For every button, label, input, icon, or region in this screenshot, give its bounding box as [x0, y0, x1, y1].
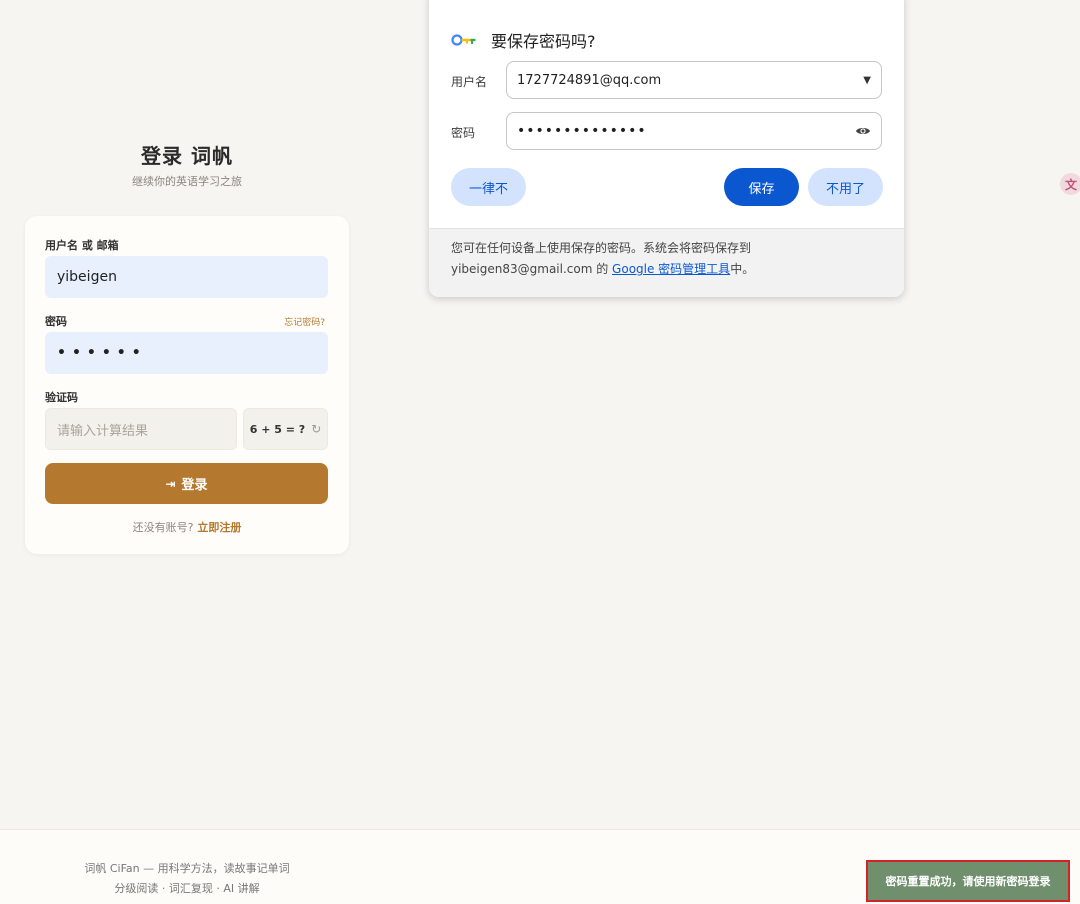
dialog-password-field[interactable]: •••••••••••••• — [506, 112, 882, 150]
dialog-header: 要保存密码吗? — [451, 28, 596, 52]
username-label: 用户名 或 邮箱 — [45, 239, 119, 252]
login-arrow-icon: ⇥ — [165, 476, 176, 491]
toast-message: 密码重置成功，请使用新密码登录 — [885, 875, 1051, 888]
key-icon — [451, 34, 476, 46]
dialog-footer-line1: 您可在任何设备上使用保存的密码。系统会将密码保存到 — [451, 241, 752, 255]
captcha-question-text: 6 + 5 = ? — [249, 422, 306, 436]
dialog-footer-email: yibeigen83@gmail.com 的 — [451, 262, 613, 276]
dialog-footer: 您可在任何设备上使用保存的密码。系统会将密码保存到 yibeigen83@gma… — [429, 228, 904, 297]
username-input[interactable]: yibeigen — [45, 256, 328, 298]
login-button-label: 登录 — [181, 478, 208, 493]
page-title: 登录 词帆 — [141, 144, 233, 168]
no-thanks-button[interactable]: 不用了 — [808, 168, 883, 206]
chevron-down-icon[interactable]: ▼ — [863, 75, 871, 86]
register-link[interactable]: 立即注册 — [197, 521, 241, 534]
forgot-password-link[interactable]: 忘记密码? — [284, 315, 325, 328]
login-button[interactable]: ⇥ 登录 — [45, 463, 328, 504]
dialog-title: 要保存密码吗? — [491, 32, 596, 51]
save-password-dialog: 要保存密码吗? 用户名 1727724891@qq.com ▼ 密码 •••••… — [429, 0, 904, 297]
captcha-label: 验证码 — [45, 391, 78, 404]
password-label: 密码 — [45, 315, 67, 328]
never-button[interactable]: 一律不 — [451, 168, 526, 206]
eye-icon[interactable] — [855, 125, 871, 137]
dialog-footer-line2: yibeigen83@gmail.com 的 Google 密码管理工具中。 — [451, 259, 882, 280]
footer-features: 分级阅读 · 词汇复现 · AI 讲解 — [114, 882, 260, 895]
login-card: 用户名 或 邮箱 yibeigen 密码 忘记密码? •••••• 验证码 请输… — [25, 216, 349, 554]
password-value: •••••• — [57, 345, 147, 361]
footer-tagline: 词帆 CiFan — 用科学方法，读故事记单词 — [84, 862, 290, 875]
captcha-question[interactable]: 6 + 5 = ? ↻ — [243, 408, 328, 450]
dialog-username-select[interactable]: 1727724891@qq.com ▼ — [506, 61, 882, 99]
dialog-password-label: 密码 — [451, 126, 476, 140]
password-input[interactable]: •••••• — [45, 332, 328, 374]
refresh-icon[interactable]: ↻ — [311, 422, 321, 436]
dialog-password-value: •••••••••••••• — [517, 123, 647, 139]
captcha-placeholder: 请输入计算结果 — [57, 423, 149, 439]
captcha-input[interactable]: 请输入计算结果 — [45, 408, 237, 450]
success-toast: 密码重置成功，请使用新密码登录 — [866, 860, 1070, 902]
translate-icon[interactable]: 文 — [1060, 173, 1080, 195]
register-row: 还没有账号? 立即注册 — [25, 519, 349, 535]
save-button[interactable]: 保存 — [724, 168, 799, 206]
username-value: yibeigen — [57, 269, 117, 285]
dialog-footer-suffix: 中。 — [730, 262, 755, 276]
page-subtitle: 继续你的英语学习之旅 — [132, 175, 242, 188]
password-manager-link[interactable]: Google 密码管理工具 — [612, 262, 730, 276]
dialog-username-label: 用户名 — [451, 75, 488, 89]
dialog-username-value: 1727724891@qq.com — [517, 72, 662, 88]
no-account-text: 还没有账号? — [132, 521, 194, 534]
